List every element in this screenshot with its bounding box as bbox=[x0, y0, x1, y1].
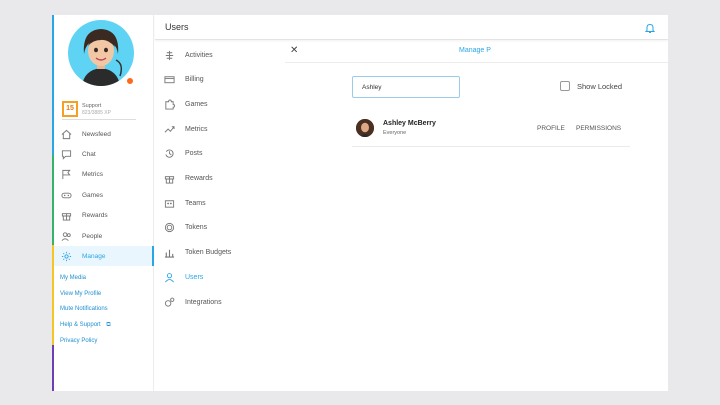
show-locked-label: Show Locked bbox=[577, 82, 623, 91]
manage-item-label: Metrics bbox=[185, 125, 208, 133]
sidebar-item-newsfeed[interactable]: Newsfeed bbox=[54, 124, 154, 144]
sidebar-item-games[interactable]: Games bbox=[54, 185, 154, 205]
manage-item-label: Activities bbox=[185, 51, 213, 59]
divider bbox=[285, 62, 668, 63]
sidebar-item-label: Rewards bbox=[82, 211, 108, 219]
activities-icon bbox=[163, 49, 175, 61]
puzzle-icon bbox=[163, 98, 175, 110]
sidebar-item-label: Manage bbox=[82, 252, 106, 260]
manage-menu: Activities Billing Games Metrics Posts R… bbox=[155, 41, 285, 391]
manage-item-activities[interactable]: Activities bbox=[155, 45, 285, 65]
permissions-button[interactable]: PERMISSIONS bbox=[576, 125, 621, 132]
manage-item-label: Tokens bbox=[185, 223, 208, 231]
level-badge: 15 bbox=[62, 101, 78, 117]
help-support-label: Help & Support bbox=[60, 322, 101, 328]
manage-item-metrics[interactable]: Metrics bbox=[155, 119, 285, 139]
manage-panel: ✕ Manage P Show Locked Ashley McBerry Ev… bbox=[285, 41, 668, 391]
xp-progress bbox=[62, 119, 136, 120]
gear-icon bbox=[60, 250, 72, 262]
header: Users bbox=[155, 15, 668, 40]
status-indicator bbox=[125, 76, 135, 86]
manage-item-teams[interactable]: Teams bbox=[155, 193, 285, 213]
profile-xp: 823/3885 XP bbox=[82, 110, 111, 116]
home-icon bbox=[60, 128, 72, 140]
manage-item-users[interactable]: Users bbox=[155, 267, 285, 287]
manage-item-label: Rewards bbox=[185, 174, 213, 182]
sidebar-item-label: Games bbox=[82, 191, 103, 199]
sidebar-item-rewards[interactable]: Rewards bbox=[54, 205, 154, 225]
history-icon bbox=[163, 147, 175, 159]
page-title: Users bbox=[165, 22, 189, 32]
external-link-icon: ⧉ bbox=[106, 322, 111, 328]
flag-icon bbox=[60, 168, 72, 180]
profile-button[interactable]: PROFILE bbox=[537, 125, 565, 132]
sidebar-item-label: Chat bbox=[82, 150, 96, 158]
manage-item-label: Teams bbox=[185, 199, 206, 207]
view-profile-link[interactable]: View My Profile bbox=[60, 291, 101, 297]
manage-item-token-budgets[interactable]: Token Budgets bbox=[155, 242, 285, 262]
manage-item-label: Token Budgets bbox=[185, 248, 232, 256]
trend-icon bbox=[163, 123, 175, 135]
avatar[interactable] bbox=[68, 20, 134, 86]
manage-item-posts[interactable]: Posts bbox=[155, 143, 285, 163]
manage-item-label: Games bbox=[185, 100, 208, 108]
sidebar-item-label: People bbox=[82, 232, 103, 240]
manage-item-label: Billing bbox=[185, 75, 204, 83]
sidebar-item-people[interactable]: People bbox=[54, 226, 154, 246]
user-name: Ashley McBerry bbox=[383, 120, 436, 127]
my-media-link[interactable]: My Media bbox=[60, 275, 86, 281]
sidebar-item-metrics[interactable]: Metrics bbox=[54, 164, 154, 184]
panel-title: Manage P bbox=[459, 47, 491, 54]
sidebar-item-manage[interactable]: Manage bbox=[54, 246, 154, 266]
gift-icon bbox=[60, 209, 72, 221]
sidebar-item-label: Newsfeed bbox=[82, 130, 111, 138]
sidebar-item-chat[interactable]: Chat bbox=[54, 144, 154, 164]
table-row: Ashley McBerry Everyone PROFILE PERMISSI… bbox=[352, 117, 630, 147]
teams-icon bbox=[163, 197, 175, 209]
mute-notifications-link[interactable]: Mute Notifications bbox=[60, 306, 108, 312]
profile-name: Support bbox=[82, 103, 102, 109]
manage-item-tokens[interactable]: Tokens bbox=[155, 217, 285, 237]
user-search-input[interactable] bbox=[352, 76, 460, 98]
manage-item-integrations[interactable]: Integrations bbox=[155, 292, 285, 312]
chat-icon bbox=[60, 148, 72, 160]
user-icon bbox=[163, 271, 175, 283]
app-window: 15 Support 823/3885 XP Newsfeed Chat Met… bbox=[52, 15, 668, 391]
show-locked-checkbox[interactable] bbox=[560, 81, 570, 91]
sidebar: 15 Support 823/3885 XP Newsfeed Chat Met… bbox=[54, 15, 154, 391]
billing-icon bbox=[163, 73, 175, 85]
bell-icon[interactable] bbox=[644, 21, 656, 33]
manage-item-label: Users bbox=[185, 273, 204, 281]
help-support-link[interactable]: Help & Support ⧉ bbox=[60, 322, 111, 329]
sidebar-item-label: Metrics bbox=[82, 170, 103, 178]
manage-item-billing[interactable]: Billing bbox=[155, 69, 285, 89]
user-group: Everyone bbox=[383, 130, 407, 136]
manage-item-label: Integrations bbox=[185, 298, 222, 306]
manage-item-games[interactable]: Games bbox=[155, 94, 285, 114]
token-icon bbox=[163, 221, 175, 233]
people-icon bbox=[60, 230, 72, 242]
manage-item-label: Posts bbox=[185, 149, 203, 157]
manage-item-rewards[interactable]: Rewards bbox=[155, 168, 285, 188]
integrations-icon bbox=[163, 296, 175, 308]
privacy-policy-link[interactable]: Privacy Policy bbox=[60, 338, 97, 344]
budget-icon bbox=[163, 246, 175, 258]
gift-icon bbox=[163, 172, 175, 184]
user-avatar bbox=[356, 119, 374, 137]
gamepad-icon bbox=[60, 189, 72, 201]
